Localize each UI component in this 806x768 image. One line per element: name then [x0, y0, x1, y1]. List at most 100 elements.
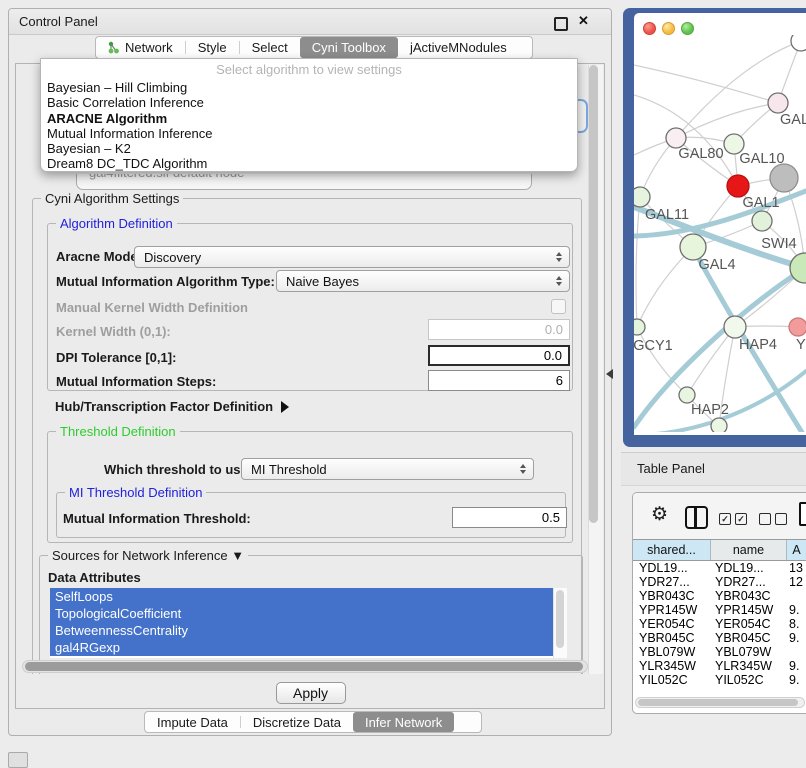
algorithm-option[interactable]: Bayesian – K2: [41, 141, 577, 156]
close-icon[interactable]: ✕: [578, 13, 589, 29]
column-header-partial[interactable]: A: [787, 540, 806, 560]
table-cell: 8.: [787, 617, 806, 631]
apply-button[interactable]: Apply: [276, 682, 346, 704]
table-row[interactable]: YBL079WYBL079W: [633, 645, 806, 659]
tab-style[interactable]: Style: [186, 37, 239, 58]
network-node-label: GAL: [780, 112, 806, 128]
mi-type-combo[interactable]: Naive Bayes: [276, 270, 570, 292]
data-attribute-item[interactable]: BetweennessCentrality: [50, 622, 554, 639]
which-threshold-combo[interactable]: MI Threshold: [241, 458, 534, 480]
which-threshold-value: MI Threshold: [242, 462, 327, 477]
kernel-width-label: Kernel Width (0,1):: [56, 324, 171, 339]
network-node[interactable]: [634, 187, 650, 207]
dpi-tolerance-value: 0.0: [544, 348, 562, 363]
network-edge[interactable]: [636, 197, 640, 327]
vertical-scrollbar[interactable]: [588, 65, 603, 707]
table-row[interactable]: YLR345WYLR345W9.: [633, 659, 806, 673]
network-node[interactable]: [634, 319, 645, 335]
network-node[interactable]: [724, 316, 746, 338]
app-root: Control Panel ✕ Network Style: [0, 0, 806, 762]
page-icon[interactable]: [799, 502, 806, 526]
dpi-tolerance-field[interactable]: 0.0: [428, 345, 570, 366]
table-panel-title: Table Panel: [637, 453, 705, 485]
list-scrollbar[interactable]: [553, 588, 567, 658]
network-node-label: GAL4: [698, 257, 735, 273]
window-minimize-button[interactable]: [662, 22, 675, 35]
network-edge[interactable]: [634, 65, 778, 103]
spinner-icon: [520, 464, 526, 474]
control-panel-tab-bar: Network Style Select Cyni Toolbox jActiv…: [95, 36, 533, 59]
network-node-label: GCY1: [634, 338, 673, 354]
table-cell: YER054C: [633, 617, 711, 631]
hub-definition-toggle[interactable]: Hub/Transcription Factor Definition: [55, 399, 289, 414]
network-canvas[interactable]: GALGAL80GAL10GAL1GAL11SWI4GAL4GCY1HAP4YH…: [634, 35, 806, 432]
table-row[interactable]: YDR27...YDR27...12: [633, 575, 806, 589]
aracne-mode-label: Aracne Mode:: [56, 249, 142, 264]
gear-icon[interactable]: ⚙: [651, 503, 668, 526]
network-selector-combo-partial[interactable]: gal4filtered.sif default node: [76, 174, 532, 190]
table-row[interactable]: YDL19...YDL19...13: [633, 561, 806, 575]
table-row[interactable]: YER054CYER054C8.: [633, 617, 806, 631]
tab-select[interactable]: Select: [240, 37, 300, 58]
table-row[interactable]: YIL052CYIL052C9.: [633, 673, 806, 685]
dpi-tolerance-label: DPI Tolerance [0,1]:: [56, 350, 176, 365]
table-cell: YBR043C: [633, 589, 711, 603]
mi-type-value: Naive Bayes: [277, 274, 359, 289]
network-node[interactable]: [789, 318, 806, 336]
mi-threshold-field[interactable]: 0.5: [452, 507, 567, 528]
cursor-arrow-icon: [606, 369, 613, 379]
tab-jactivemnodules[interactable]: jActiveMNodules: [398, 37, 519, 58]
manual-kernel-checkbox[interactable]: [551, 299, 566, 314]
network-node[interactable]: [752, 211, 772, 231]
network-node[interactable]: [679, 387, 695, 403]
select-all-checkboxes-icon[interactable]: ✓✓: [719, 513, 747, 525]
network-selector-combo-text: gal4filtered.sif default node: [89, 174, 244, 180]
tab-cyni-toolbox[interactable]: Cyni Toolbox: [300, 37, 398, 58]
network-node[interactable]: [711, 418, 727, 432]
algorithm-option[interactable]: Mutual Information Inference: [41, 126, 577, 141]
threshold-definition-title: Threshold Definition: [56, 424, 180, 439]
panel-grip-handle[interactable]: [8, 752, 28, 768]
network-node[interactable]: [768, 93, 788, 113]
data-attribute-item[interactable]: SelfLoops: [50, 588, 554, 605]
table-horizontal-scrollbar[interactable]: [635, 697, 805, 708]
window-close-button[interactable]: [643, 22, 656, 35]
aracne-mode-combo[interactable]: Discovery: [134, 246, 570, 268]
deselect-all-checkboxes-icon[interactable]: [759, 513, 787, 525]
network-edge[interactable]: [637, 247, 693, 327]
network-node[interactable]: [727, 175, 749, 197]
data-attribute-item[interactable]: gal4RGexp: [50, 639, 554, 656]
algorithm-dropdown-header: Select algorithm to view settings: [41, 59, 577, 80]
horizontal-scrollbar[interactable]: [22, 660, 588, 673]
algorithm-option[interactable]: Basic Correlation Inference: [41, 95, 577, 110]
table-cell: YPR145W: [711, 603, 787, 617]
tab-network[interactable]: Network: [96, 37, 185, 58]
algorithm-option[interactable]: Bayesian – Hill Climbing: [41, 80, 577, 95]
window-zoom-button[interactable]: [681, 22, 694, 35]
algorithm-option[interactable]: ARACNE Algorithm: [41, 111, 577, 126]
tab-discretize-data-label: Discretize Data: [253, 715, 341, 730]
mi-steps-field[interactable]: 6: [428, 370, 570, 391]
kernel-width-field[interactable]: 0.0: [428, 319, 570, 340]
network-node[interactable]: [770, 164, 798, 192]
tab-jactivemnodules-label: jActiveMNodules: [410, 40, 507, 55]
table-row[interactable]: YPR145WYPR145W9.: [633, 603, 806, 617]
network-node[interactable]: [791, 35, 806, 51]
float-window-icon[interactable]: [554, 17, 568, 31]
column-header-name[interactable]: name: [711, 540, 787, 560]
tab-infer-network[interactable]: Infer Network: [353, 712, 454, 732]
network-node[interactable]: [666, 128, 686, 148]
data-attribute-item[interactable]: TopologicalCoefficient: [50, 605, 554, 622]
table-row[interactable]: YBR045CYBR045C9.: [633, 631, 806, 645]
mi-threshold-label: Mutual Information Threshold:: [63, 511, 251, 526]
column-header-shared[interactable]: shared...: [633, 540, 711, 560]
table-row[interactable]: YBR043CYBR043C: [633, 589, 806, 603]
algorithm-option[interactable]: Dream8 DC_TDC Algorithm: [41, 156, 577, 171]
sources-collapse-toggle[interactable]: Sources for Network Inference ▼: [48, 548, 248, 563]
split-view-icon[interactable]: [685, 506, 708, 529]
tab-impute-data[interactable]: Impute Data: [145, 712, 240, 732]
table-cell: YLR345W: [633, 659, 711, 673]
table-cell: YDR27...: [711, 575, 787, 589]
data-attributes-label: Data Attributes: [48, 570, 141, 585]
tab-discretize-data[interactable]: Discretize Data: [241, 712, 353, 732]
